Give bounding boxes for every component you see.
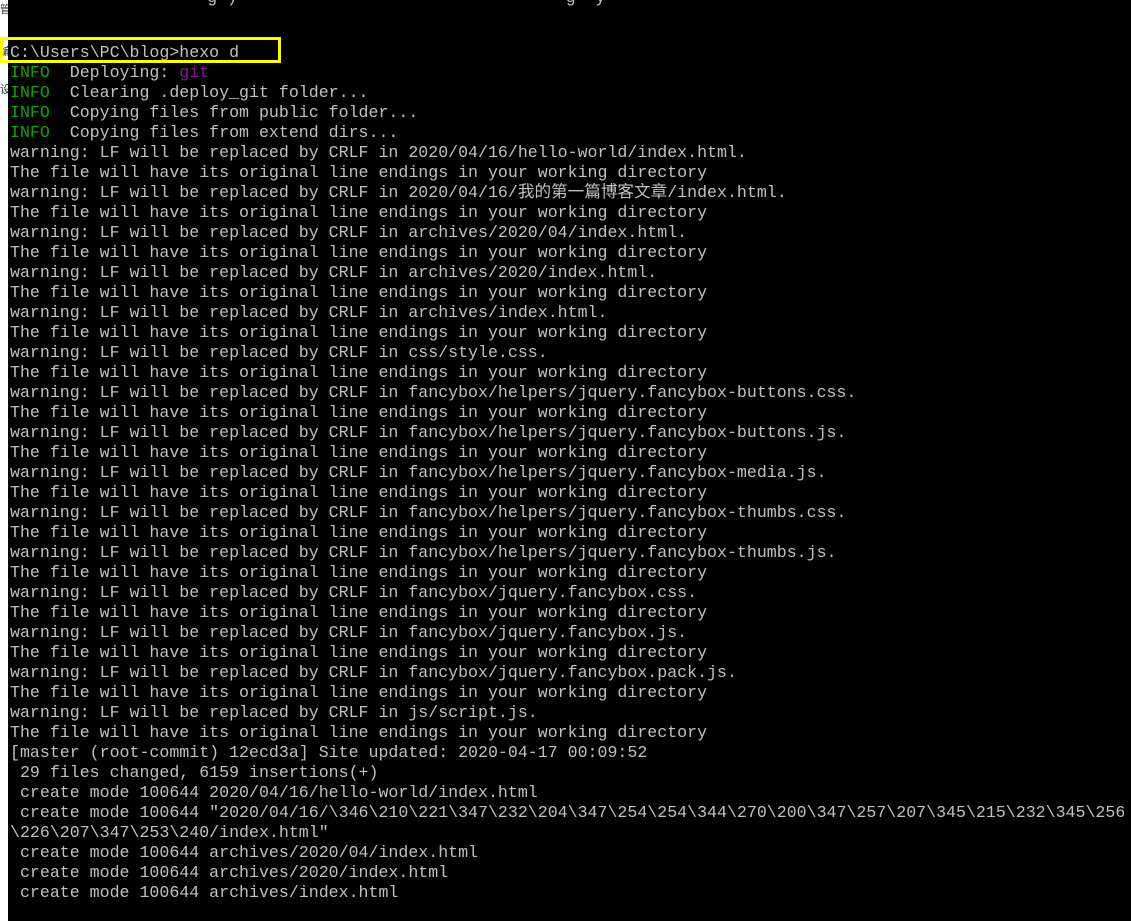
line-endings-notice: The file will have its original line end… xyxy=(10,203,708,222)
warning-line: warning: LF will be replaced by CRLF in … xyxy=(10,583,698,602)
warning-line: warning: LF will be replaced by CRLF in … xyxy=(10,703,538,722)
create-mode-line: create mode 100644 archives/2020/04/inde… xyxy=(10,843,479,862)
terminal-console[interactable]: g ) g y C:\Users\PC\blog>hexo d INFO Dep… xyxy=(8,0,1131,921)
output-lines: warning: LF will be replaced by CRLF in … xyxy=(10,143,1125,903)
warning-line: warning: LF will be replaced by CRLF in … xyxy=(10,263,658,282)
commit-summary-line: [master (root-commit) 12ecd3a] Site upda… xyxy=(10,743,648,762)
warning-line: warning: LF will be replaced by CRLF in … xyxy=(10,423,847,442)
line-endings-notice: The file will have its original line end… xyxy=(10,243,708,262)
deploy-type-value: git xyxy=(179,63,210,82)
create-mode-line: create mode 100644 2020/04/16/hello-worl… xyxy=(10,783,538,802)
scrolled-off-line: g ) g y xyxy=(8,0,605,8)
terminal-output: C:\Users\PC\blog>hexo d INFO Deploying: … xyxy=(10,43,1125,903)
info-message: Deploying: xyxy=(49,63,180,82)
warning-line: warning: LF will be replaced by CRLF in … xyxy=(10,303,608,322)
info-tag: INFO xyxy=(10,83,50,102)
warning-line: warning: LF will be replaced by CRLF in … xyxy=(10,143,747,162)
line-endings-notice: The file will have its original line end… xyxy=(10,323,708,342)
line-endings-notice: The file will have its original line end… xyxy=(10,603,708,622)
background-window-glyph: 管 xyxy=(0,3,8,16)
line-endings-notice: The file will have its original line end… xyxy=(10,363,708,382)
warning-line: warning: LF will be replaced by CRLF in … xyxy=(10,623,688,642)
command-prompt-line: C:\Users\PC\blog>hexo d xyxy=(10,43,240,62)
output-line: \226\207\347\253\240/index.html" xyxy=(10,823,329,842)
info-line: INFO Copying files from extend dirs... xyxy=(10,123,1125,143)
line-endings-notice: The file will have its original line end… xyxy=(10,723,708,742)
output-line: 29 files changed, 6159 insertions(+) xyxy=(10,763,379,782)
info-message: Clearing .deploy_git folder... xyxy=(49,83,369,102)
create-mode-line: create mode 100644 archives/index.html xyxy=(10,883,399,902)
info-message: Copying files from extend dirs... xyxy=(49,123,399,142)
background-window-glyph: 编 xyxy=(0,45,8,58)
info-line: INFO Copying files from public folder... xyxy=(10,103,1125,123)
create-mode-line: create mode 100644 "2020/04/16/\346\210\… xyxy=(10,803,1126,822)
line-endings-notice: The file will have its original line end… xyxy=(10,443,708,462)
warning-line: warning: LF will be replaced by CRLF in … xyxy=(10,503,847,522)
line-endings-notice: The file will have its original line end… xyxy=(10,163,708,182)
warning-line: warning: LF will be replaced by CRLF in … xyxy=(10,663,737,682)
info-line: INFO Clearing .deploy_git folder... xyxy=(10,83,1125,103)
line-endings-notice: The file will have its original line end… xyxy=(10,403,708,422)
line-endings-notice: The file will have its original line end… xyxy=(10,683,708,702)
warning-line: warning: LF will be replaced by CRLF in … xyxy=(10,463,827,482)
background-window-glyph: 设 xyxy=(0,83,8,96)
background-window-strip: 管 编 设 xyxy=(0,0,8,921)
warning-line: warning: LF will be replaced by CRLF in … xyxy=(10,543,837,562)
info-message: Copying files from public folder... xyxy=(49,103,419,122)
warning-line: warning: LF will be replaced by CRLF in … xyxy=(10,183,787,202)
line-endings-notice: The file will have its original line end… xyxy=(10,483,708,502)
warning-line: warning: LF will be replaced by CRLF in … xyxy=(10,343,548,362)
info-tag: INFO xyxy=(10,123,50,142)
line-endings-notice: The file will have its original line end… xyxy=(10,523,708,542)
create-mode-line: create mode 100644 archives/2020/index.h… xyxy=(10,863,449,882)
info-line: INFO Deploying: git xyxy=(10,63,1125,83)
info-lines: INFO Deploying: git INFO Clearing .deploy… xyxy=(10,63,1125,143)
line-endings-notice: The file will have its original line end… xyxy=(10,643,708,662)
info-tag: INFO xyxy=(10,103,50,122)
line-endings-notice: The file will have its original line end… xyxy=(10,283,708,302)
warning-line: warning: LF will be replaced by CRLF in … xyxy=(10,383,857,402)
warning-line: warning: LF will be replaced by CRLF in … xyxy=(10,223,688,242)
line-endings-notice: The file will have its original line end… xyxy=(10,563,708,582)
info-tag: INFO xyxy=(10,63,50,82)
